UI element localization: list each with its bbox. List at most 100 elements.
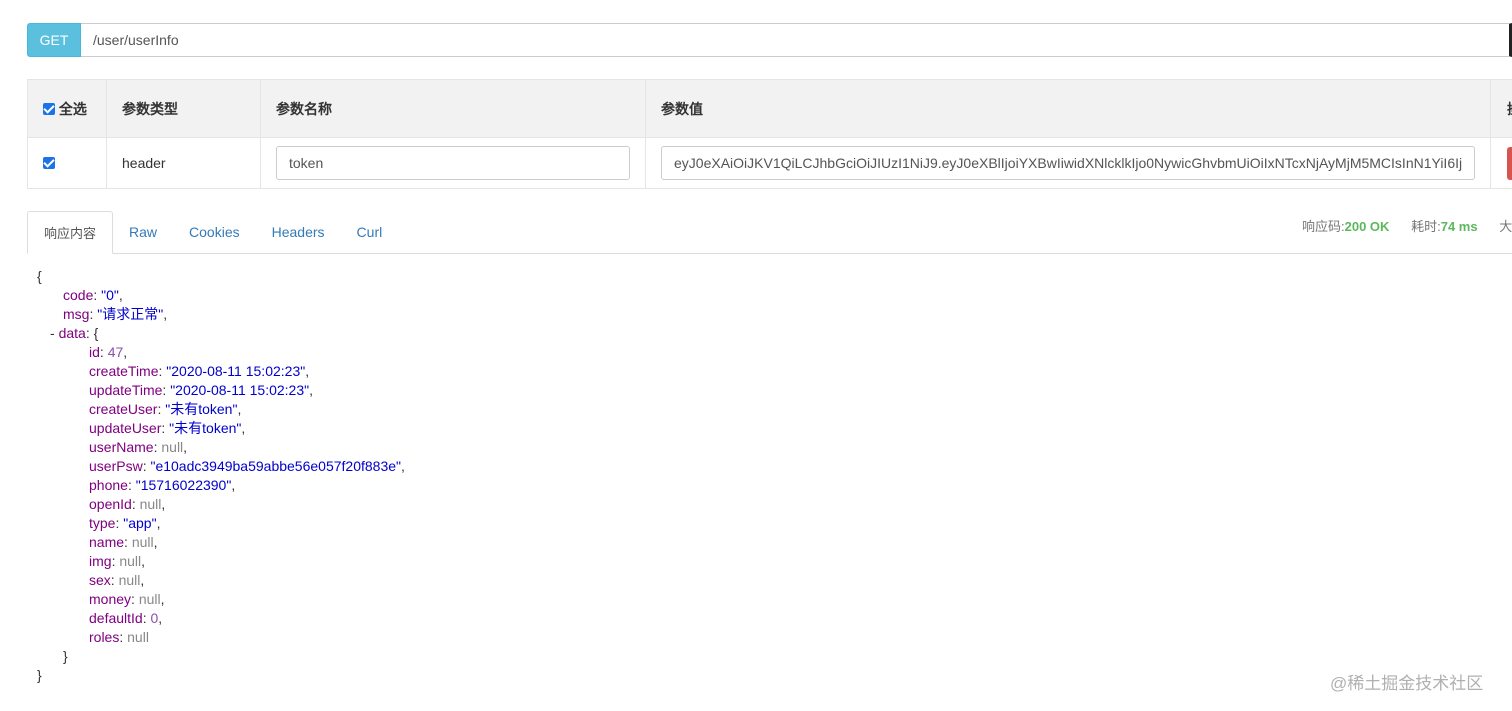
json-key: updateUser: [89, 420, 162, 436]
json-line: type: "app",: [37, 514, 405, 533]
json-punct: :: [161, 420, 170, 436]
json-punct: : {: [85, 325, 99, 341]
json-value: "2020-08-11 15:02:23": [166, 363, 306, 379]
status-code-label: 响应码:: [1302, 219, 1345, 234]
json-punct: ,: [183, 439, 188, 455]
json-punct: ,: [153, 534, 158, 550]
json-value: "0": [101, 287, 119, 303]
param-name-input[interactable]: token: [276, 146, 630, 180]
json-line: }: [37, 666, 405, 685]
tab-cookies[interactable]: Cookies: [173, 211, 256, 253]
json-value: null: [138, 591, 161, 607]
response-stats: 响应码:200 OK 耗时:74 ms 大小: [1302, 216, 1512, 235]
json-punct: ,: [140, 572, 145, 588]
json-line: userPsw: "e10adc3949ba59abbe56e057f20f88…: [37, 457, 405, 476]
json-line: openId: null,: [37, 495, 405, 514]
json-line: }: [37, 647, 405, 666]
json-punct: :: [142, 610, 151, 626]
json-value: null: [118, 572, 141, 588]
params-header-row: 全选 参数类型 参数名称 参数值 操: [27, 79, 1512, 138]
json-line: createTime: "2020-08-11 15:02:23",: [37, 362, 405, 381]
json-punct: ,: [241, 420, 246, 436]
param-type-header: 参数类型: [106, 79, 261, 138]
json-value: null: [139, 496, 162, 512]
json-key: name: [89, 534, 125, 550]
json-punct: :: [110, 572, 119, 588]
select-all-checkbox[interactable]: [43, 102, 55, 115]
param-type-cell: header: [106, 137, 261, 189]
json-key: createUser: [89, 401, 158, 417]
status-code-value: 200 OK: [1344, 219, 1390, 234]
json-punct: :: [124, 534, 132, 550]
select-all-header[interactable]: 全选: [27, 79, 107, 138]
json-value: "2020-08-11 15:02:23": [170, 382, 310, 398]
json-punct: {: [37, 268, 42, 284]
param-row-checkbox[interactable]: [43, 157, 55, 169]
json-key: roles: [89, 629, 120, 645]
json-line: roles: null: [37, 628, 405, 647]
json-punct: ,: [401, 458, 405, 474]
json-line: img: null,: [37, 552, 405, 571]
url-input[interactable]: /user/userInfo: [81, 23, 1512, 57]
json-punct: ,: [163, 306, 168, 322]
json-line: updateUser: "未有token",: [37, 419, 405, 438]
json-value: "15716022390": [135, 477, 232, 493]
json-value: null: [119, 553, 142, 569]
param-row: header token eyJ0eXAiOiJKV1QiLCJhbGciOiJ…: [27, 137, 1512, 189]
json-line[interactable]: - data: {: [37, 324, 405, 343]
param-row-checkbox-cell: [27, 137, 107, 189]
delete-param-button[interactable]: [1507, 146, 1512, 180]
tab-raw[interactable]: Raw: [113, 211, 173, 253]
json-punct: ,: [231, 477, 236, 493]
url-bar: GET /user/userInfo: [27, 23, 1512, 57]
time-label: 耗时:: [1411, 219, 1441, 234]
json-key: defaultId: [89, 610, 143, 626]
response-json-view: {code: "0", msg: "请求正常", - data: {id: 47, c…: [37, 267, 405, 685]
tab-curl[interactable]: Curl: [341, 211, 399, 253]
json-punct: ,: [156, 515, 161, 531]
param-value-header: 参数值: [645, 79, 1491, 138]
json-key: id: [89, 344, 100, 360]
json-punct: ,: [237, 401, 242, 417]
size-label: 大小: [1499, 219, 1512, 234]
watermark: @稀土掘金技术社区: [1330, 674, 1484, 693]
json-line: money: null,: [37, 590, 405, 609]
tab-response-content[interactable]: 响应内容: [27, 211, 114, 254]
json-punct: :: [119, 629, 128, 645]
json-punct: :: [131, 591, 139, 607]
param-value-cell: eyJ0eXAiOiJKV1QiLCJhbGciOiJIUzI1NiJ9.eyJ…: [645, 137, 1491, 189]
json-line: updateTime: "2020-08-11 15:02:23",: [37, 381, 405, 400]
json-line: {: [37, 267, 405, 286]
json-key: type: [89, 515, 116, 531]
json-line: name: null,: [37, 533, 405, 552]
json-line: msg: "请求正常",: [37, 305, 405, 324]
tab-headers[interactable]: Headers: [256, 211, 341, 253]
json-punct: ,: [160, 591, 165, 607]
json-line: code: "0",: [37, 286, 405, 305]
param-action-header: 操: [1490, 79, 1512, 138]
json-key: img: [89, 553, 112, 569]
json-punct: ,: [141, 553, 146, 569]
param-action-cell: [1490, 137, 1512, 189]
json-punct: ,: [305, 363, 310, 379]
method-button[interactable]: GET: [27, 23, 81, 57]
param-name-header: 参数名称: [260, 79, 646, 138]
json-key: openId: [89, 496, 132, 512]
json-key: data: [58, 325, 86, 341]
json-value: "未有token": [165, 401, 238, 417]
json-punct: ,: [161, 496, 166, 512]
json-punct: :: [99, 344, 108, 360]
json-line: phone: "15716022390",: [37, 476, 405, 495]
json-value: null: [131, 534, 154, 550]
json-key: phone: [89, 477, 128, 493]
param-value-input[interactable]: eyJ0eXAiOiJKV1QiLCJhbGciOiJIUzI1NiJ9.eyJ…: [661, 146, 1475, 180]
json-punct: }: [63, 648, 68, 664]
select-all-label: 全选: [58, 100, 87, 117]
json-value: 47: [107, 344, 124, 360]
json-key: money: [89, 591, 132, 607]
json-line: defaultId: 0,: [37, 609, 405, 628]
json-key: sex: [89, 572, 111, 588]
json-line: id: 47,: [37, 343, 405, 362]
json-key: msg: [63, 306, 90, 322]
json-key: code: [63, 287, 94, 303]
